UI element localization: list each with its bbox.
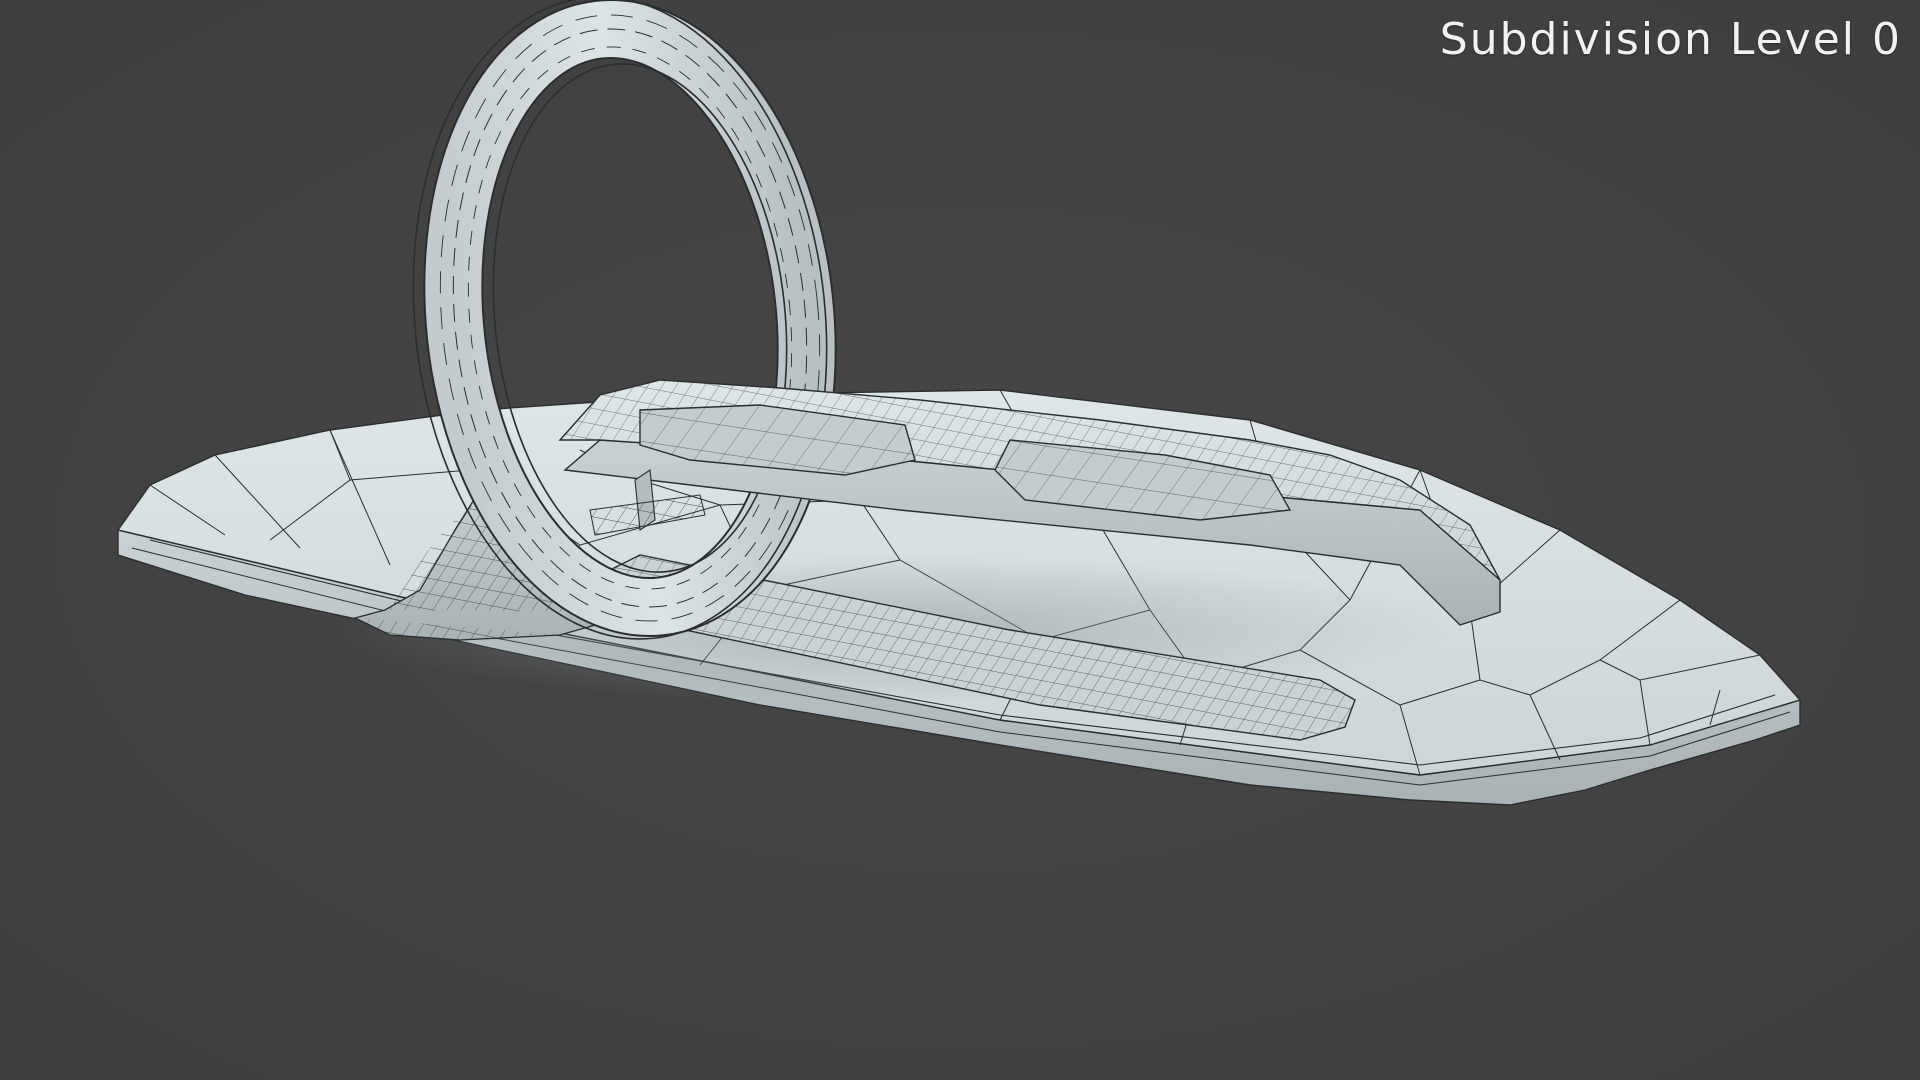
3d-viewport[interactable]: Subdivision Level 0 <box>0 0 1920 1080</box>
scene-render <box>116 0 1802 806</box>
subdivision-level-label: Subdivision Level 0 <box>1439 14 1902 65</box>
